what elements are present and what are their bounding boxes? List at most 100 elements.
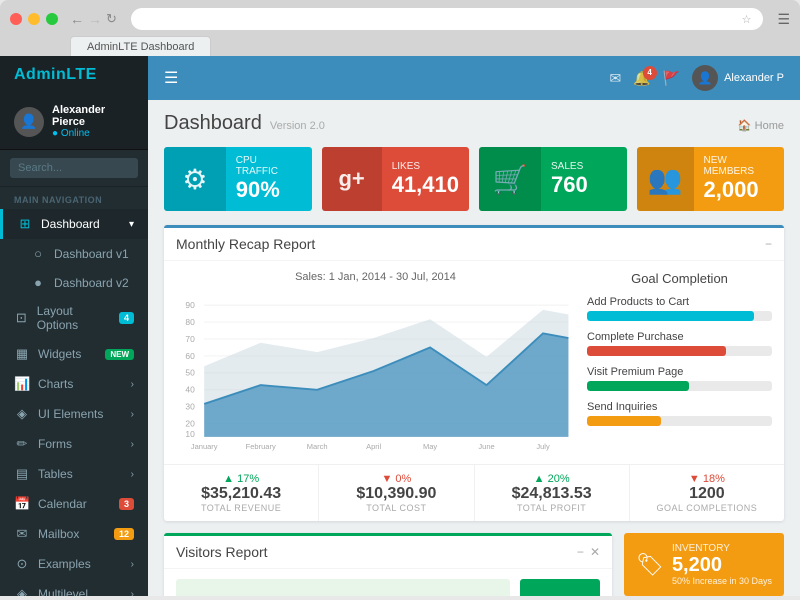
- sidebar-item-charts[interactable]: 📊 Charts ›: [0, 369, 148, 399]
- notifications-icon[interactable]: 🔔 4: [633, 70, 650, 87]
- sidebar-item-dashboard[interactable]: ⊞ Dashboard ▾: [0, 209, 148, 239]
- box-tools: − ✕: [577, 545, 600, 559]
- menu-icon[interactable]: ☰: [777, 11, 790, 28]
- goal-item-1: Add Products to Cart: [587, 296, 772, 321]
- layout-icon: ⊡: [14, 310, 29, 326]
- envelope-icon: ✉: [609, 70, 621, 86]
- progress-fill: [587, 416, 661, 426]
- goal-completion-panel: Goal Completion Add Products to Cart Com…: [587, 271, 772, 454]
- stat-cost: ▼ 0% $10,390.90 TOTAL COST: [319, 465, 474, 521]
- svg-text:20: 20: [185, 419, 195, 429]
- sidebar-item-dashboard-v2[interactable]: ● Dashboard v2: [0, 268, 148, 297]
- circle-icon: ○: [30, 246, 46, 261]
- mail-header-icon[interactable]: ✉: [609, 70, 621, 87]
- stat-revenue: ▲ 17% $35,210.43 TOTAL REVENUE: [164, 465, 319, 521]
- sidebar-item-dashboard-v1[interactable]: ○ Dashboard v1: [0, 239, 148, 268]
- info-box-cpu: ⚙ CPU TRAFFIC 90%: [164, 147, 312, 211]
- chevron-right-icon: ›: [131, 589, 134, 597]
- flags-icon[interactable]: 🚩: [663, 70, 680, 87]
- svg-text:10: 10: [185, 429, 195, 439]
- chevron-right-icon: ›: [131, 379, 134, 390]
- close-button[interactable]: ✕: [590, 545, 600, 559]
- sidebar-toggle[interactable]: ☰: [164, 68, 178, 88]
- sales-content: SALES 760: [541, 153, 598, 206]
- bookmark-icon[interactable]: ☆: [742, 13, 752, 26]
- dot-icon: ●: [30, 275, 46, 290]
- tag-icon: 🏷: [636, 552, 664, 578]
- forward-button[interactable]: →: [88, 11, 102, 27]
- progress-bar: [587, 346, 772, 356]
- chevron-right-icon: ›: [131, 439, 134, 450]
- mail-icon: ✉: [14, 526, 30, 542]
- sidebar-item-tables[interactable]: ▤ Tables ›: [0, 459, 148, 489]
- members-value: 2,000: [704, 177, 775, 203]
- likes-content: LIKES 41,410: [382, 153, 469, 206]
- notification-badge: 4: [643, 66, 657, 80]
- progress-fill: [587, 381, 689, 391]
- svg-text:80: 80: [185, 317, 195, 327]
- sidebar-item-examples[interactable]: ⊙ Examples ›: [0, 549, 148, 579]
- minimize-button[interactable]: [28, 13, 40, 25]
- back-button[interactable]: ←: [70, 11, 84, 27]
- cost-value: $10,390.90: [331, 485, 461, 503]
- goal-item-4: Send Inquiries: [587, 401, 772, 426]
- refresh-button[interactable]: ↻: [106, 11, 117, 27]
- top-header: ☰ ✉ 🔔 4 🚩 👤 Alexander P: [148, 56, 800, 100]
- user-menu[interactable]: 👤 Alexander P: [692, 65, 784, 91]
- visitors-title: Visitors Report: [176, 544, 268, 560]
- nav-badge: 4: [119, 312, 134, 324]
- maximize-button[interactable]: [46, 13, 58, 25]
- main-content: ☰ ✉ 🔔 4 🚩 👤 Alexander P: [148, 56, 800, 596]
- cost-label: TOTAL COST: [331, 503, 461, 513]
- sidebar-item-forms[interactable]: ✏ Forms ›: [0, 429, 148, 459]
- cpu-icon: ⚙: [164, 147, 226, 211]
- avatar: 👤: [14, 107, 44, 137]
- browser-tab[interactable]: AdminLTE Dashboard: [70, 36, 211, 57]
- monthly-report-title: Monthly Recap Report: [176, 236, 315, 252]
- header-actions: ✉ 🔔 4 🚩 👤 Alexander P: [609, 65, 784, 91]
- progress-fill: [587, 346, 726, 356]
- sidebar: AdminLTE 👤 Alexander Pierce ● Online MAI…: [0, 56, 148, 596]
- close-button[interactable]: [10, 13, 22, 25]
- sidebar-item-widgets[interactable]: ▦ Widgets NEW: [0, 339, 148, 369]
- goal-item-3: Visit Premium Page: [587, 366, 772, 391]
- goal-completion-title: Goal Completion: [587, 271, 772, 286]
- sales-label: SALES: [551, 161, 588, 172]
- search-input[interactable]: [10, 158, 138, 178]
- progress-bar: [587, 416, 772, 426]
- chevron-right-icon: ›: [131, 469, 134, 480]
- forms-icon: ✏: [14, 436, 30, 452]
- cpu-label: CPU TRAFFIC: [236, 155, 302, 177]
- visitors-header: Visitors Report − ✕: [164, 536, 612, 569]
- chevron-right-icon: ›: [131, 409, 134, 420]
- sidebar-item-layout[interactable]: ⊡ Layout Options 4: [0, 297, 148, 339]
- charts-icon: 📊: [14, 376, 30, 392]
- box-tools: −: [765, 237, 772, 251]
- sidebar-item-mailbox[interactable]: ✉ Mailbox 12: [0, 519, 148, 549]
- ui-icon: ◈: [14, 406, 30, 422]
- sidebar-item-label: Layout Options: [37, 304, 111, 332]
- new-badge: NEW: [105, 349, 134, 360]
- nav-section-label: MAIN NAVIGATION: [0, 187, 148, 209]
- chart-title: Sales: 1 Jan, 2014 - 30 Jul, 2014: [176, 271, 575, 283]
- user-name: Alexander Pierce: [52, 104, 134, 128]
- nav-badge: 3: [119, 498, 134, 510]
- svg-text:March: March: [307, 443, 328, 452]
- members-icon: 👥: [637, 147, 694, 211]
- sidebar-item-calendar[interactable]: 📅 Calendar 3: [0, 489, 148, 519]
- profit-change: ▲ 20%: [487, 473, 617, 485]
- page-header: Dashboard Version 2.0 🏠 Home: [164, 112, 784, 135]
- svg-text:90: 90: [185, 300, 195, 310]
- sidebar-item-multilevel[interactable]: ◈ Multilevel ›: [0, 579, 148, 596]
- collapse-button[interactable]: −: [577, 545, 584, 559]
- profit-value: $24,813.53: [487, 485, 617, 503]
- collapse-button[interactable]: −: [765, 237, 772, 251]
- user-panel: 👤 Alexander Pierce ● Online: [0, 94, 148, 150]
- revenue-change: ▲ 17%: [176, 473, 306, 485]
- sidebar-item-label: Charts: [38, 377, 73, 391]
- map-placeholder: 🗺: [176, 579, 510, 596]
- likes-label: LIKES: [392, 161, 459, 172]
- visitors-report-box: Visitors Report − ✕ 🗺 8390 VISITS: [164, 533, 612, 596]
- multilevel-icon: ◈: [14, 586, 30, 596]
- sidebar-item-ui-elements[interactable]: ◈ UI Elements ›: [0, 399, 148, 429]
